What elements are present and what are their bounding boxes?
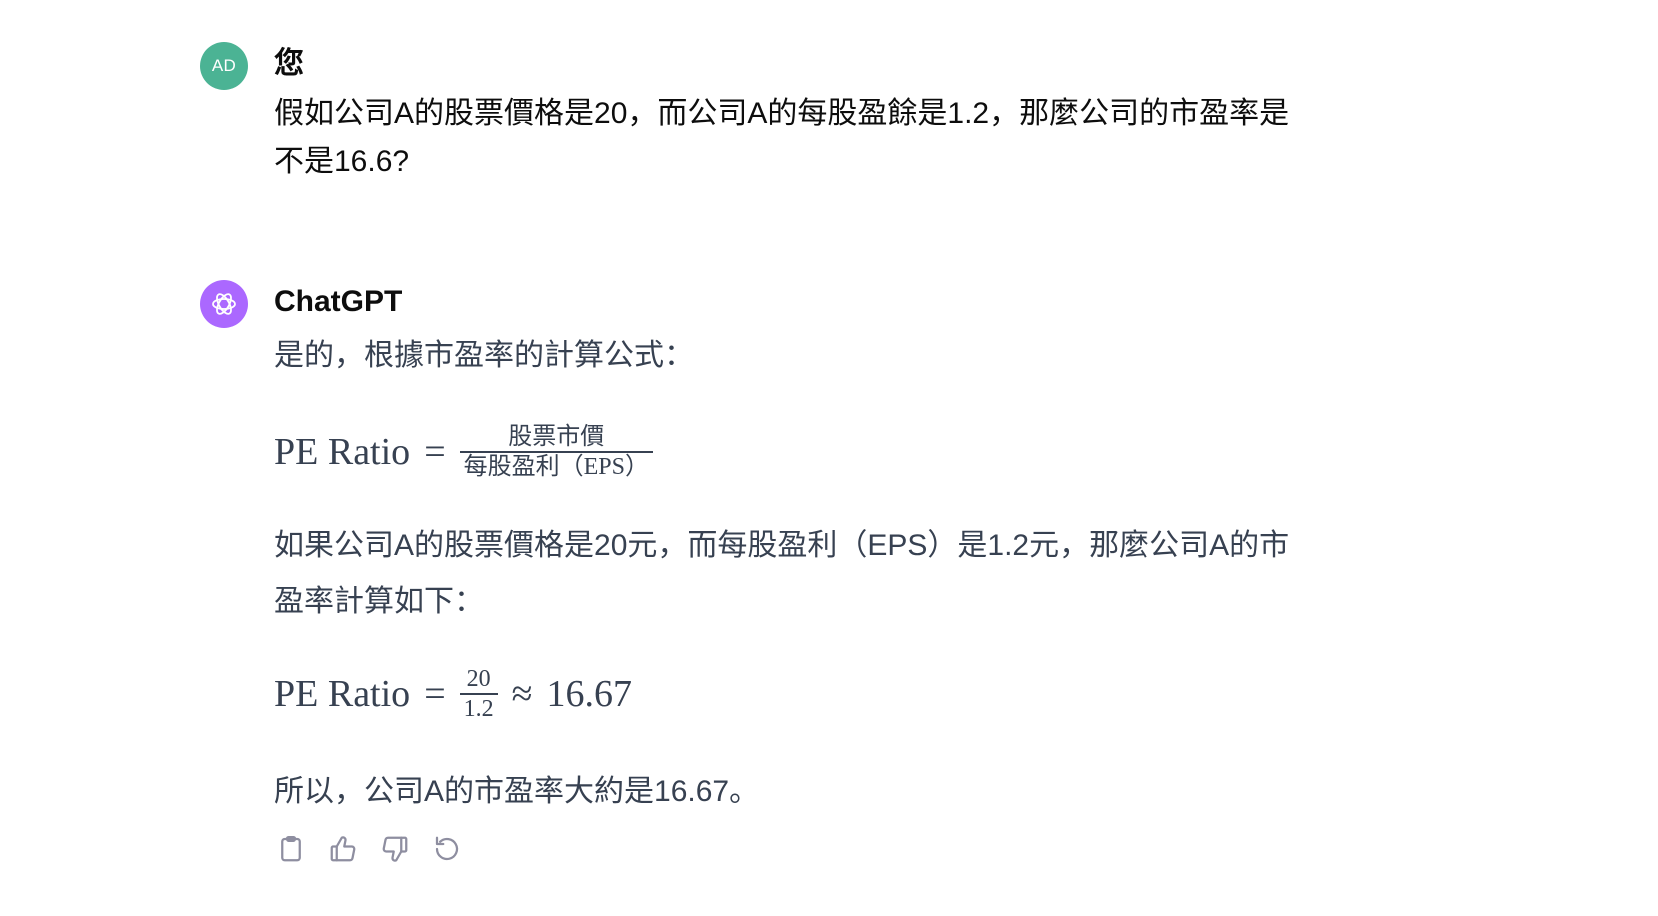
thumbs-down-icon [382, 836, 408, 862]
clipboard-icon [281, 836, 301, 862]
formula-pe-definition: PE Ratio = 股票市價 每股盈利（EPS） [274, 412, 1304, 492]
intro-text: 是的，根據市盈率的計算公式： [274, 339, 694, 372]
thumbs-down-button[interactable] [378, 832, 412, 866]
fraction-denominator: 1.2 [463, 695, 494, 722]
openai-logo-icon [212, 293, 236, 315]
assistant-message-body: 是的，根據市盈率的計算公式： PE Ratio = 股票市價 每股盈利（EPS）… [274, 328, 1304, 866]
chatgpt-avatar [200, 280, 248, 328]
equals-sign: = [424, 673, 446, 715]
regenerate-button[interactable] [430, 832, 464, 866]
formula-lhs: PE Ratio [274, 673, 411, 715]
fraction-bar [459, 451, 653, 453]
conclusion-text: 所以，公司A的市盈率大約是16.67。 [274, 775, 760, 808]
assistant-author-name: ChatGPT [274, 285, 403, 318]
fraction: 股票市價 每股盈利（EPS） [459, 424, 653, 480]
middle-paragraph: 如果公司A的股票價格是20元，而每股盈利（EPS）是1.2元，那麼公司A的市盈率… [274, 529, 1290, 618]
fraction-numerator: 20 [466, 666, 491, 693]
copy-button[interactable] [274, 832, 308, 866]
thumbs-up-button[interactable] [326, 832, 360, 866]
equals-sign: = [424, 431, 446, 473]
user-avatar[interactable]: AD [200, 42, 248, 90]
user-message-text: 假如公司A的股票價格是20，而公司A的每股盈餘是1.2，那麼公司的市盈率是不是1… [274, 97, 1290, 178]
formula-result: 16.67 [546, 673, 632, 715]
formula-pe-calculation: PE Ratio = 20 1.2 ≈ 16.67 [274, 654, 1304, 734]
fraction-denominator: 每股盈利（EPS） [463, 453, 649, 480]
thumbs-up-icon [330, 836, 356, 862]
fraction-numerator: 股票市價 [508, 424, 605, 451]
chat-page: AD 您 假如公司A的股票價格是20，而公司A的每股盈餘是1.2，那麼公司的市盈… [0, 0, 1658, 916]
approx-sign: ≈ [511, 673, 533, 715]
message-actions [274, 832, 1304, 866]
user-message-body: 假如公司A的股票價格是20，而公司A的每股盈餘是1.2，那麼公司的市盈率是不是1… [274, 90, 1304, 186]
fraction-bar [459, 693, 498, 695]
fraction: 20 1.2 [459, 666, 498, 722]
formula-lhs: PE Ratio [274, 431, 411, 473]
avatar-initials: AD [211, 56, 237, 75]
user-author-name: 您 [274, 47, 304, 80]
regenerate-icon [435, 836, 459, 861]
